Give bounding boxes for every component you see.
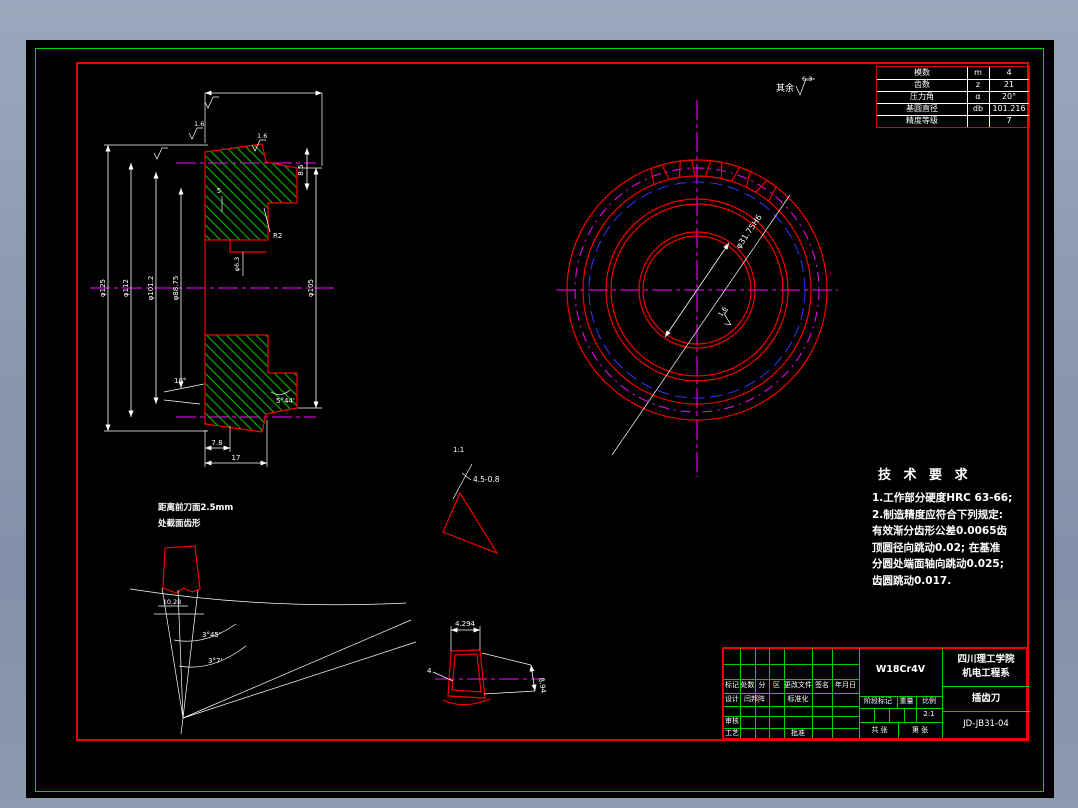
detail-construction-lines: [129, 587, 417, 735]
detail-break-line: [442, 698, 491, 706]
tb-label-scale: 比例: [922, 697, 936, 705]
detail-triangle-outline: [442, 491, 499, 555]
dim-label: φ125: [99, 279, 107, 297]
tech-req-line: 顶圆径向跳动0.02; 在基准: [872, 541, 1001, 554]
dim-label: 3°45': [202, 631, 221, 639]
tb-label-approve: 批准: [791, 729, 805, 737]
param-value: 21: [1003, 80, 1015, 89]
dim-label: 4: [427, 667, 432, 675]
param-value: 101.216: [992, 104, 1026, 113]
dim-label: φ112: [122, 279, 130, 297]
tb-label-date: 年月日: [835, 681, 856, 689]
bore-dimension: φ31.75H6 1.6: [611, 194, 791, 456]
dim-label: 17: [232, 454, 241, 462]
dim-label: 7.8: [211, 439, 222, 447]
param-label: 齿数: [914, 80, 930, 89]
detail-tooth-profile: 4.294 8.94 4: [427, 620, 547, 706]
param-label: 基圆直径: [906, 104, 938, 113]
surface-note-value: 6.3: [802, 75, 812, 83]
tb-school-line1: 四川理工学院: [957, 654, 1015, 665]
param-label: 压力角: [910, 92, 934, 101]
tb-label-weight: 重量: [899, 697, 914, 705]
detail-scale-label: 1:1: [453, 446, 464, 454]
surface-note-prefix: 其余: [776, 82, 794, 94]
gear-parameter-table: 模数 m 4 齿数 z 21 压力角 α 20° 基圆直径 db 101.216…: [876, 66, 1030, 128]
tb-drawing-number: JD-JB31-04: [963, 719, 1009, 729]
viewer-background: { "window": { "desktop_bg": "#8d9bb1", "…: [0, 0, 1078, 808]
param-label: 模数: [914, 68, 930, 77]
tech-req-line: 齿圆跳动0.017.: [872, 574, 952, 587]
tb-label-sign: 签名: [815, 681, 829, 689]
section-view: φ125 φ112 φ101.2 φ88.75 φ105 8.5 φ6.3 7.…: [90, 90, 338, 467]
tech-req-line: 有效渐分齿形公差0.0065齿: [872, 525, 1008, 537]
dim-label: 10°: [174, 377, 186, 385]
technical-requirements: 技 术 要 求 1.工作部分硬度HRC 63-66; 2.制造精度应符合下列规定…: [872, 464, 1044, 589]
param-symbol: m: [974, 68, 982, 77]
dim-label: R2: [273, 232, 282, 240]
title-block: 标记 处数 分 区 更改文件 签名 年月日 设计 闫邦阵 标准化 审核 工艺 批…: [722, 647, 1030, 740]
tech-req-title: 技 术 要 求: [878, 468, 972, 483]
tb-material: W18Cr4V: [875, 664, 926, 675]
tech-req-line: 2.制造精度应符合下列规定:: [872, 508, 1003, 521]
dim-label: 4.294: [455, 620, 476, 628]
detail-note: 距离前刀面2.5mm: [158, 502, 233, 513]
param-label: 精度等级: [906, 116, 938, 125]
tb-designer-name: 闫邦阵: [744, 695, 765, 703]
roughness-value: 1.6: [716, 305, 728, 318]
tb-label-doc: 更改文件: [784, 681, 812, 689]
tb-sheet-number: 第 张: [911, 726, 929, 734]
param-value: 20°: [1001, 92, 1017, 101]
tb-label-craft: 工艺: [725, 729, 739, 737]
dim-label: φ105: [307, 279, 315, 297]
tb-label-mark: 标记: [725, 681, 739, 689]
tb-label-design: 设计: [725, 695, 739, 703]
tb-label-zone2: 区: [773, 681, 780, 689]
gear-front-view: φ31.75H6 1.6: [556, 100, 838, 477]
dim-label: φ6.3: [233, 257, 241, 272]
dim-label: 10.28: [163, 598, 182, 606]
gear-teeth: [650, 159, 777, 206]
tb-sheets-total: 共 张: [871, 726, 888, 734]
roughness-value: 1.6: [194, 120, 204, 128]
cad-canvas: φ125 φ112 φ101.2 φ88.75 φ105 8.5 φ6.3 7.…: [26, 40, 1054, 798]
detail-tooth-outline: [162, 545, 201, 594]
dim-label: φ101.2: [147, 276, 155, 301]
tb-part-name: 插齿刀: [971, 693, 1001, 704]
dim-label: 5°44': [276, 397, 295, 405]
tb-school-line2: 机电工程系: [962, 668, 1010, 679]
detail-tooth-form: 距离前刀面2.5mm 处截面齿形 10.28 3°45' 3°7': [129, 502, 417, 735]
param-value: 7: [1006, 116, 1012, 125]
tb-label-count: 处数: [740, 681, 755, 689]
roughness-value: 1.6: [257, 132, 267, 140]
tb-scale-value: 2:1: [923, 710, 935, 718]
dim-label: 4.5-0.8: [473, 475, 500, 484]
tb-label-stage: 阶段标记: [864, 697, 892, 705]
surface-roughness-note: 其余 6.3: [776, 75, 815, 96]
dim-label: 5: [217, 187, 221, 195]
param-symbol: α: [975, 92, 981, 101]
tech-req-line: 分圆处端面轴向跳动0.025;: [872, 558, 1004, 570]
dim-label: 8.94: [537, 677, 547, 694]
detail-rake-face: 4.5-0.8 1:1: [442, 446, 500, 555]
detail-note: 处截面齿形: [157, 518, 201, 529]
param-value: 4: [1006, 68, 1012, 77]
param-symbol: z: [975, 80, 981, 89]
tech-req-line: 1.工作部分硬度HRC 63-66;: [872, 492, 1013, 504]
detail-trapezoid-inner: [451, 653, 482, 693]
dim-label: 8.5: [297, 164, 305, 175]
dim-label: 3°7': [208, 657, 222, 665]
tb-label-std: 标准化: [787, 695, 809, 703]
dim-label: φ88.75: [172, 276, 180, 301]
param-symbol: db: [972, 104, 984, 113]
tb-label-zone1: 分: [758, 681, 766, 689]
detail-leader: [452, 463, 473, 500]
